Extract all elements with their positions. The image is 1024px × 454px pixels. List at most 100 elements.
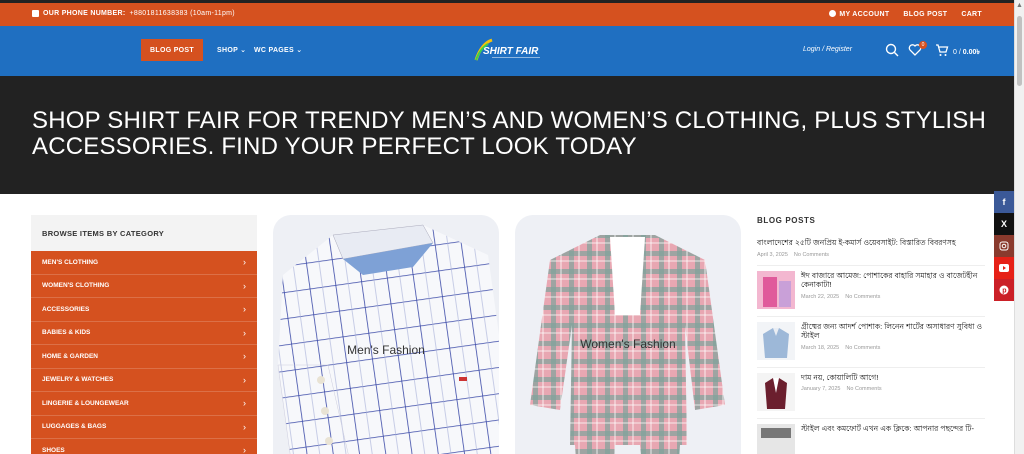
category-item-accessories[interactable]: ACCESSORIES › xyxy=(31,298,257,322)
post-title[interactable]: স্টাইল এবং কমফোর্ট এখন এক ক্লিকে: আপনার … xyxy=(801,424,974,434)
blog-post-item[interactable]: বাংলাদেশের ২৫টি জনপ্রিয় ই-কমার্স ওয়েবস… xyxy=(757,235,985,266)
post-comments[interactable]: No Comments xyxy=(846,386,881,392)
post-title[interactable]: ঈদ বাজারে আমেজ: পোশাকের বাহারি সমাহার ও … xyxy=(801,271,985,290)
category-label: HOME & GARDEN xyxy=(42,352,98,360)
my-account-label: MY ACCOUNT xyxy=(839,11,890,18)
post-date: March 18, 2025 xyxy=(801,344,840,351)
post-meta: March 18, 2025 No Comments xyxy=(801,345,985,351)
cart-link[interactable]: CART xyxy=(961,11,982,18)
top-links: MY ACCOUNT BLOG POST CART xyxy=(829,10,982,18)
category-item-babies-kids[interactable]: BABIES & KIDS › xyxy=(31,322,257,345)
chevron-right-icon: › xyxy=(243,257,246,268)
post-comments[interactable]: No Comments xyxy=(845,294,880,300)
post-image xyxy=(757,372,795,411)
post-image xyxy=(757,270,795,309)
category-item-home-garden[interactable]: HOME & GARDEN › xyxy=(31,345,257,369)
post-thumbnail[interactable] xyxy=(757,270,795,309)
cart-summary[interactable]: 0 / 0.00৳ xyxy=(953,46,980,58)
cart-total: 0.00৳ xyxy=(962,49,980,56)
post-thumbnail[interactable] xyxy=(757,372,795,411)
post-date: March 22, 2025 xyxy=(801,293,840,300)
scrollbar-thumb[interactable] xyxy=(1017,16,1022,86)
category-label: LUGGAGES & BAGS xyxy=(42,423,107,431)
shirt-fair-logo[interactable]: SHIRT FAIR xyxy=(470,36,550,66)
blog-post-item[interactable]: দাম নয়, কোয়ালিটি আগে! January 7, 2025 N… xyxy=(757,368,985,419)
category-item-jewelry-watches[interactable]: JEWELRY & WATCHES › xyxy=(31,369,257,392)
wishlist-count-badge: 0 xyxy=(919,41,927,49)
category-item-mens-clothing[interactable]: MEN'S CLOTHING › xyxy=(31,251,257,275)
post-comments[interactable]: No Comments xyxy=(794,252,829,258)
nav-shop-label: SHOP xyxy=(217,47,238,54)
instagram-glyph xyxy=(999,241,1009,251)
hero-banner: SHOP SHIRT FAIR FOR TRENDY MEN’S AND WOM… xyxy=(0,76,1014,194)
page-scrollbar[interactable]: ▲ xyxy=(1014,0,1024,454)
post-title[interactable]: বাংলাদেশের ২৫টি জনপ্রিয় ই-কমার্স ওয়েবস… xyxy=(757,238,956,248)
blog-posts-widget: BLOG POSTS বাংলাদেশের ২৫টি জনপ্রিয় ই-কম… xyxy=(757,215,985,454)
category-item-shoes[interactable]: SHOES › xyxy=(31,439,257,454)
blog-post-item[interactable]: গ্রীষ্মের জন্য আদর্শ পোশাক: লিনেন শার্টে… xyxy=(757,317,985,368)
my-account-link[interactable]: MY ACCOUNT xyxy=(829,10,889,18)
post-thumbnail[interactable] xyxy=(757,423,795,454)
scroll-up-arrow-icon[interactable]: ▲ xyxy=(1016,2,1023,10)
hero-title: SHOP SHIRT FAIR FOR TRENDY MEN’S AND WOM… xyxy=(32,107,987,160)
post-title[interactable]: দাম নয়, কোয়ালিটি আগে! xyxy=(801,373,888,383)
blog-post-item[interactable]: স্টাইল এবং কমফোর্ট এখন এক ক্লিকে: আপনার … xyxy=(757,419,985,454)
post-meta: March 22, 2025 No Comments xyxy=(801,294,985,300)
instagram-icon[interactable] xyxy=(994,235,1014,257)
category-label: ACCESSORIES xyxy=(42,305,90,313)
chevron-right-icon: › xyxy=(243,445,246,454)
category-list: MEN'S CLOTHING › WOMEN'S CLOTHING › ACCESS… xyxy=(31,251,257,454)
category-label: WOMEN'S CLOTHING xyxy=(42,282,110,290)
blog-post-link[interactable]: BLOG POST xyxy=(903,11,947,18)
category-heading: BROWSE ITEMS BY CATEGORY xyxy=(31,215,257,251)
user-icon xyxy=(829,10,837,17)
category-label: BABIES & KIDS xyxy=(42,329,91,337)
nav-shop[interactable]: SHOP ⌄ xyxy=(217,46,246,54)
post-meta: January 7, 2025 No Comments xyxy=(801,386,888,392)
post-date: April 3, 2025 xyxy=(757,251,788,258)
blog-post-button[interactable]: BLOG POST xyxy=(141,39,203,61)
category-label: LINGERIE & LOUNGEWEAR xyxy=(42,399,129,407)
post-image xyxy=(757,423,795,454)
nav-wc-pages[interactable]: WC PAGES ⌄ xyxy=(254,46,302,54)
phone-icon xyxy=(32,10,39,17)
category-label: MEN'S CLOTHING xyxy=(42,258,99,266)
svg-text:p: p xyxy=(1002,288,1006,295)
logo-text: SHIRT FAIR xyxy=(483,46,539,57)
youtube-icon[interactable] xyxy=(994,257,1014,279)
youtube-glyph xyxy=(999,264,1009,272)
blog-posts-heading: BLOG POSTS xyxy=(757,216,816,225)
category-item-lingerie-loungewear[interactable]: LINGERIE & LOUNGEWEAR › xyxy=(31,392,257,416)
top-bar: OUR PHONE NUMBER: +8801811638383 (10am-1… xyxy=(0,0,1014,26)
post-title[interactable]: গ্রীষ্মের জন্য আদর্শ পোশাক: লিনেন শার্টে… xyxy=(801,322,985,341)
phone-info: OUR PHONE NUMBER: +8801811638383 (10am-1… xyxy=(32,10,235,17)
blog-post-item[interactable]: ঈদ বাজারে আমেজ: পোশাকের বাহারি সমাহার ও … xyxy=(757,266,985,317)
search-icon[interactable] xyxy=(885,43,899,57)
cart-icon[interactable] xyxy=(935,43,949,57)
x-icon[interactable]: X xyxy=(994,213,1014,235)
post-image xyxy=(757,321,795,360)
category-item-womens-clothing[interactable]: WOMEN'S CLOTHING › xyxy=(31,275,257,298)
chevron-down-icon: ⌄ xyxy=(240,47,247,54)
post-comments[interactable]: No Comments xyxy=(845,345,880,351)
chevron-right-icon: › xyxy=(243,398,246,409)
pinterest-glyph: p xyxy=(999,285,1009,295)
category-browser: BROWSE ITEMS BY CATEGORY MEN'S CLOTHING ›… xyxy=(31,215,257,454)
post-thumbnail[interactable] xyxy=(757,321,795,360)
mens-shirt-image xyxy=(277,224,499,454)
facebook-icon[interactable]: f xyxy=(994,191,1014,213)
chevron-right-icon: › xyxy=(243,280,246,291)
chevron-right-icon: › xyxy=(243,351,246,362)
mens-fashion-card[interactable]: Men's Fashion xyxy=(273,215,499,454)
chevron-right-icon: › xyxy=(243,327,246,338)
womens-fashion-card[interactable]: Women's Fashion xyxy=(515,215,741,454)
category-label: JEWELRY & WATCHES xyxy=(42,376,114,384)
login-register-link[interactable]: Login / Register xyxy=(803,46,852,53)
womens-fashion-label: Women's Fashion xyxy=(580,337,676,351)
pinterest-icon[interactable]: p xyxy=(994,279,1014,301)
chevron-right-icon: › xyxy=(243,304,246,315)
category-label: SHOES xyxy=(42,446,65,454)
mens-fashion-label: Men's Fashion xyxy=(347,343,425,357)
category-item-luggages-bags[interactable]: LUGGAGES & BAGS › xyxy=(31,416,257,439)
phone-label: OUR PHONE NUMBER: xyxy=(43,10,126,17)
